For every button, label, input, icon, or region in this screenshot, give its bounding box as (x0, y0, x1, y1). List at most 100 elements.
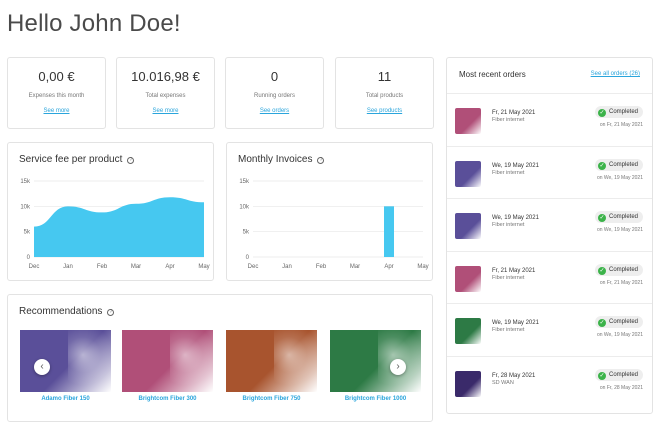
y-tick-label: 5k (24, 230, 31, 236)
order-date: We, 19 May 2021 (492, 320, 539, 326)
x-tick-label: Feb (97, 264, 108, 270)
completed-date: on We, 19 May 2021 (596, 227, 643, 233)
order-product: Fiber internet (492, 274, 525, 281)
order-row[interactable]: Fr, 28 May 2021 SD WAN ✓ Completed on Fr, 28… (447, 355, 652, 408)
completed-date: on Fr, 28 May 2021 (599, 384, 643, 391)
bar (384, 206, 394, 257)
check-icon: ✓ (597, 371, 606, 380)
x-tick-label: Dec (248, 264, 259, 270)
stat-value: 0,00 € (38, 69, 75, 84)
x-tick-label: Dec (29, 264, 40, 270)
status-text: Completed (608, 371, 638, 378)
stat-label: Total expenses (145, 93, 186, 99)
status-text: Completed (608, 266, 638, 273)
stat-card-total-products: 11 Total products See products (335, 57, 434, 129)
order-row[interactable]: We, 19 May 2021 Fiber internet ✓ Completed o… (447, 303, 652, 355)
order-thumbnail (455, 265, 481, 292)
status-text: Completed (608, 109, 638, 115)
stat-label: Expenses this month (28, 93, 85, 99)
order-product: Fiber internet (492, 327, 525, 333)
check-icon: ✓ (597, 319, 606, 327)
monthly-invoices-chart: 0 5k 10k 15k Dec Jan Feb Mar Apr May (239, 179, 428, 270)
monthly-invoices-chart-card: Monthly Invoices? 0 5k 10k 15k Dec Jan Feb Mar A… (226, 142, 433, 281)
x-tick-label: Apr (384, 264, 393, 270)
order-row[interactable]: We, 19 May 2021 Fiber internet ✓ Completed o… (447, 145, 652, 198)
y-tick-label: 5k (243, 230, 250, 236)
check-icon: ✓ (597, 161, 606, 170)
see-products-link[interactable]: See products (367, 108, 402, 114)
order-date: We, 19 May 2021 (492, 162, 539, 169)
order-product: SD WAN (492, 379, 514, 386)
y-tick-label: 15k (239, 179, 250, 185)
order-row[interactable]: Fr, 21 May 2021 Fiber internet ✓ Completed o… (447, 250, 652, 303)
y-tick-label: 0 (27, 255, 31, 261)
recommendation-link[interactable]: Brightcom Fiber 1000 (330, 396, 421, 402)
help-icon[interactable]: ? (127, 157, 135, 164)
help-icon[interactable]: ? (107, 309, 115, 316)
recommendation-image[interactable] (330, 330, 421, 392)
x-tick-label: May (417, 264, 428, 270)
recommendation-link[interactable]: Brightcom Fiber 750 (226, 396, 317, 402)
section-title-text: Recommendations (19, 306, 103, 317)
stat-card-expenses-month: 0,00 € Expenses this month See more (7, 57, 106, 129)
status-badge: ✓ Completed (594, 368, 643, 381)
order-row[interactable]: We, 19 May 2021 Fiber internet ✓ Completed o… (447, 198, 652, 250)
service-fee-chart-card: Service fee per product? 0 5k 10k 15k Dec Jan… (7, 142, 214, 281)
section-title: Recommendations? (19, 306, 115, 317)
stat-value: 10.016,98 € (131, 69, 200, 84)
stat-label: Running orders (253, 93, 296, 99)
stat-card-total-expenses: 10.016,98 € Total expenses See more (116, 57, 215, 129)
status-badge: ✓ Completed (594, 316, 643, 328)
recommendation-link[interactable]: Brightcom Fiber 300 (122, 396, 213, 402)
order-thumbnail (455, 370, 481, 397)
y-tick-label: 10k (20, 204, 31, 210)
recommendation-image[interactable] (226, 330, 317, 392)
see-more-link[interactable]: See more (43, 108, 69, 114)
page-title: Hello John Doe! (7, 10, 181, 37)
order-product: Fiber internet (492, 169, 525, 176)
check-icon: ✓ (597, 266, 606, 275)
stat-value: 0 (270, 69, 279, 84)
help-icon[interactable]: ? (317, 157, 325, 164)
orders-title: Most recent orders (459, 70, 526, 79)
status-text: Completed (608, 214, 638, 220)
status-badge: ✓ Completed (594, 211, 643, 223)
x-tick-label: Jan (63, 264, 73, 270)
x-tick-label: Apr (165, 264, 174, 270)
stat-label: Total products (365, 93, 404, 99)
order-product: Fiber internet (492, 222, 525, 228)
order-date: Fr, 21 May 2021 (492, 110, 536, 116)
completed-date: on We, 19 May 2021 (596, 174, 643, 181)
order-date: Fr, 21 May 2021 (492, 267, 536, 274)
recommendation-image[interactable] (20, 330, 111, 392)
recommendation-image[interactable] (122, 330, 213, 392)
order-row[interactable]: Fr, 21 May 2021 Fiber internet ✓ Completed o… (447, 93, 652, 145)
see-orders-link[interactable]: See orders (260, 108, 289, 114)
carousel-prev-button[interactable]: ‹ (34, 359, 50, 375)
chart-title: Service fee per product? (19, 154, 135, 165)
see-more-link[interactable]: See more (152, 108, 178, 114)
order-date: We, 19 May 2021 (492, 215, 539, 221)
completed-date: on We, 19 May 2021 (596, 332, 643, 338)
see-all-orders-link[interactable]: See all orders (26) (591, 71, 640, 77)
check-icon: ✓ (597, 109, 606, 117)
y-tick-label: 10k (239, 204, 250, 210)
status-badge: ✓ Completed (594, 106, 643, 118)
order-date: Fr, 28 May 2021 (492, 372, 536, 379)
x-tick-label: Jan (282, 264, 292, 270)
x-tick-label: Feb (316, 264, 327, 270)
order-product: Fiber internet (492, 117, 525, 123)
order-thumbnail (455, 160, 481, 187)
carousel-next-button[interactable]: › (390, 359, 406, 375)
check-icon: ✓ (597, 214, 606, 222)
order-thumbnail (455, 318, 481, 344)
stat-value: 11 (377, 69, 392, 84)
order-thumbnail (455, 108, 481, 134)
chart-title-text: Service fee per product (19, 154, 123, 165)
chart-title-text: Monthly Invoices (238, 154, 313, 165)
status-text: Completed (608, 319, 638, 325)
recent-orders-card: Most recent orders See all orders (26) F… (446, 57, 653, 414)
recommendations-card: Recommendations? Adamo Fiber 150 Brightco… (7, 294, 433, 422)
recommendation-link[interactable]: Adamo Fiber 150 (20, 396, 111, 402)
y-tick-label: 0 (246, 255, 250, 261)
